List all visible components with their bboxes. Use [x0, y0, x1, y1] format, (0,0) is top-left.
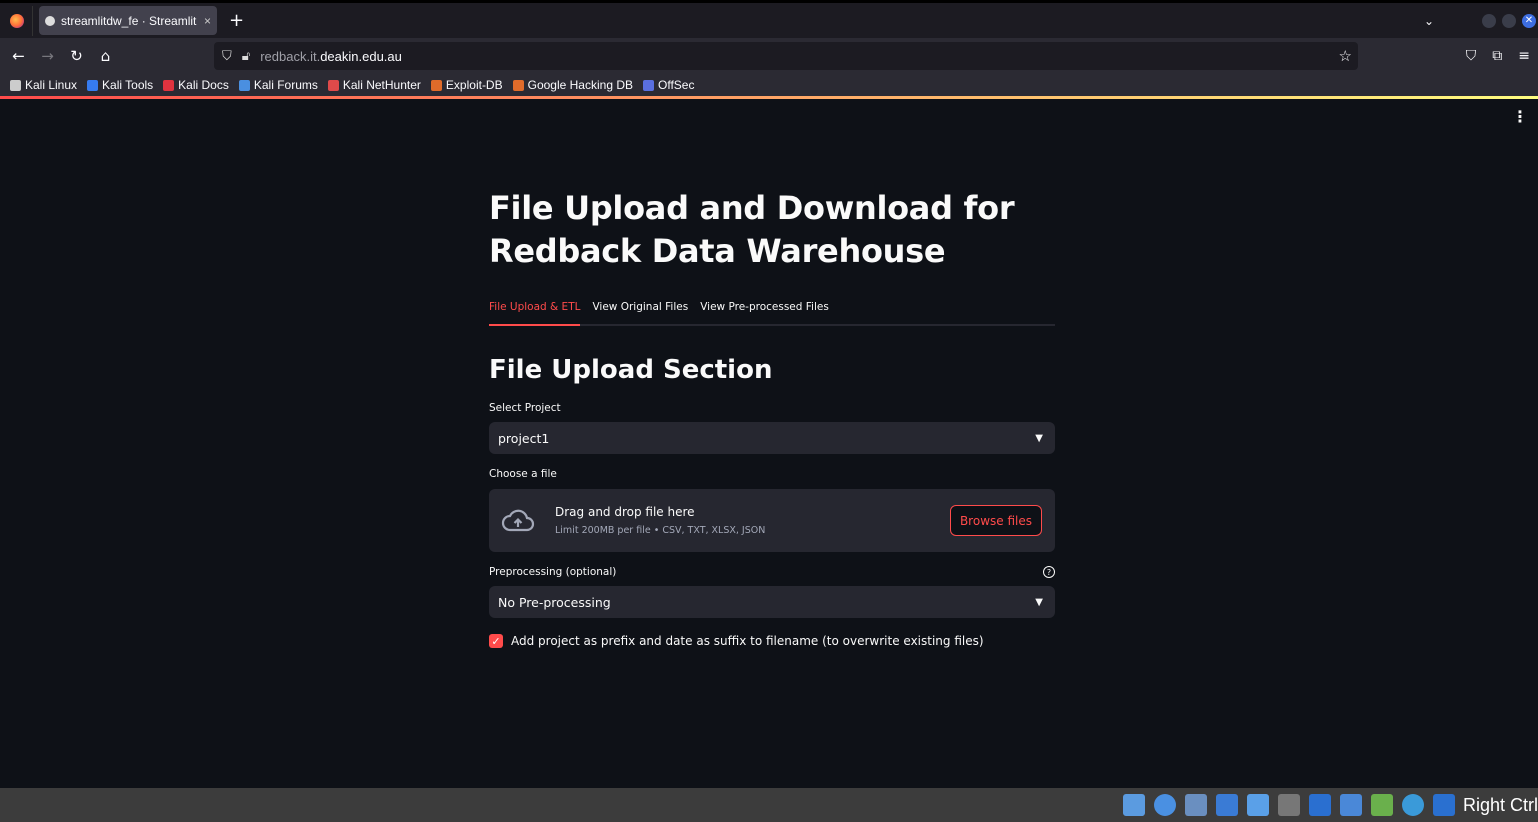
usb-icon[interactable]	[1246, 794, 1269, 816]
chevron-down-icon: ▼	[1035, 596, 1043, 608]
back-arrow-icon[interactable]: ←	[4, 47, 33, 65]
preprocessing-label: Preprocessing (optional) ?	[489, 566, 1055, 582]
bookmark-item[interactable]: Exploit-DB	[430, 78, 503, 92]
cloud-upload-icon	[501, 509, 535, 531]
bookmark-item[interactable]: Kali Linux	[10, 78, 77, 92]
bookmark-label: Kali Docs	[178, 78, 229, 92]
dropzone-instructions: Drag and drop file here	[555, 505, 695, 519]
rename-checkbox[interactable]: ✓	[489, 634, 503, 648]
rename-option[interactable]: ✓ Add project as prefix and date as suff…	[489, 634, 1055, 648]
firefox-logo-icon[interactable]	[10, 13, 24, 28]
shared-folder-icon[interactable]	[1277, 794, 1300, 816]
streamlit-favicon-icon	[45, 15, 55, 26]
mouse-integration-icon[interactable]	[1401, 794, 1424, 816]
tab-view-original-files[interactable]: View Original Files	[592, 297, 688, 326]
host-key-label: Right Ctrl	[1462, 794, 1538, 815]
browse-files-button[interactable]: Browse files	[949, 505, 1042, 536]
help-question-icon[interactable]: ?	[1043, 566, 1055, 578]
kebab-menu-icon[interactable]: ⋮	[1512, 107, 1528, 126]
network-icon[interactable]	[1215, 794, 1238, 816]
preprocessing-select[interactable]: No Pre-processing ▼	[489, 586, 1055, 618]
bookmark-item[interactable]: Kali Docs	[163, 78, 229, 92]
browser-nav-bar: ← → ↻ ⌂ ⛉ 🔓︎ redback.it. deakin.edu.au ☆ …	[0, 38, 1538, 74]
dropzone-limit-text: Limit 200MB per file • CSV, TXT, XLSX, J…	[555, 525, 766, 536]
tab-close-icon[interactable]: ×	[204, 14, 211, 28]
browser-tab-active[interactable]: streamlitdw_fe · Streamlit ×	[39, 6, 217, 35]
bookmark-favicon-icon	[238, 79, 250, 91]
section-title: File Upload Section	[489, 355, 773, 385]
bookmark-item[interactable]: Kali NetHunter	[327, 78, 421, 92]
forward-arrow-icon[interactable]: →	[33, 47, 62, 65]
bookmark-label: OffSec	[658, 78, 695, 92]
hard-disk-icon[interactable]	[1122, 794, 1145, 816]
bookmark-label: Kali Forums	[253, 78, 318, 92]
display-icon[interactable]	[1308, 794, 1331, 816]
bookmark-label: Kali Linux	[25, 78, 78, 92]
tab-title: streamlitdw_fe · Streamlit	[61, 13, 197, 28]
bookmark-item[interactable]: Kali Tools	[87, 78, 153, 92]
hamburger-menu-icon[interactable]: ≡	[1518, 48, 1530, 64]
project-select-value: project1	[498, 430, 550, 446]
streamlit-app: ⋮ File Upload and Download for Redback D…	[0, 99, 1538, 787]
tab-view-preprocessed-files[interactable]: View Pre-processed Files	[700, 297, 829, 326]
insecure-lock-icon[interactable]: 🔓︎	[242, 48, 250, 64]
url-bar[interactable]: ⛉ 🔓︎ redback.it. deakin.edu.au ☆	[214, 42, 1358, 70]
bookmark-favicon-icon	[163, 79, 175, 91]
list-all-tabs-icon[interactable]: ⌄	[1424, 14, 1434, 28]
chevron-down-icon: ▼	[1035, 432, 1043, 444]
keyboard-capture-icon[interactable]	[1432, 794, 1455, 816]
rename-checkbox-label: Add project as prefix and date as suffix…	[511, 634, 984, 648]
guest-additions-icon[interactable]	[1370, 794, 1393, 816]
bookmark-favicon-icon	[87, 79, 99, 91]
file-uploader-label-text: Choose a file	[489, 468, 557, 480]
bookmark-favicon-icon	[327, 79, 339, 91]
url-subdomain: redback.it.	[260, 48, 321, 64]
bookmark-item[interactable]: Google Hacking DB	[512, 78, 633, 92]
video-capture-icon[interactable]	[1339, 794, 1362, 816]
select-project-label: Select Project	[489, 402, 1055, 418]
bookmark-favicon-icon	[643, 79, 654, 91]
shield-icon[interactable]: ⛉	[222, 48, 232, 64]
project-select[interactable]: project1 ▼	[489, 422, 1055, 454]
window-minimize-button[interactable]	[1482, 13, 1496, 28]
bookmark-star-icon[interactable]: ☆	[1339, 47, 1352, 65]
main-content: File Upload and Download for Redback Dat…	[489, 187, 1055, 648]
bookmark-favicon-icon	[10, 79, 21, 91]
bookmark-label: Kali NetHunter	[342, 78, 421, 92]
pocket-icon[interactable]: ⛉	[1466, 48, 1477, 64]
page-title: File Upload and Download for Redback Dat…	[489, 189, 1015, 270]
reload-icon[interactable]: ↻	[62, 47, 91, 65]
new-tab-button[interactable]: +	[229, 10, 244, 31]
bookmark-label: Exploit-DB	[445, 78, 503, 92]
bookmark-label: Google Hacking DB	[527, 78, 633, 92]
file-uploader-label: Choose a file	[489, 468, 1055, 484]
extensions-puzzle-icon[interactable]: ⧉	[1492, 48, 1502, 64]
file-dropzone[interactable]: Drag and drop file here Limit 200MB per …	[489, 489, 1055, 552]
bookmarks-toolbar: Kali Linux Kali Tools Kali Docs Kali Forums…	[0, 74, 1538, 96]
bookmark-favicon-icon	[430, 79, 442, 91]
tab-list: File Upload & ETL View Original Files Vi…	[489, 297, 1055, 326]
bookmark-item[interactable]: OffSec	[643, 78, 694, 92]
tab-separator	[32, 5, 33, 36]
bookmark-label: Kali Tools	[102, 78, 154, 92]
select-project-label-text: Select Project	[489, 402, 561, 414]
tab-file-upload-etl[interactable]: File Upload & ETL	[489, 297, 581, 326]
url-domain: deakin.edu.au	[320, 48, 402, 64]
optical-disk-icon[interactable]	[1153, 794, 1176, 816]
bookmark-favicon-icon	[512, 79, 524, 91]
window-close-button[interactable]: ✕	[1522, 13, 1536, 28]
audio-icon[interactable]	[1184, 794, 1207, 816]
browser-tab-bar: streamlitdw_fe · Streamlit × + ⌄ ✕	[0, 3, 1538, 38]
vm-status-bar: Right Ctrl	[0, 788, 1538, 822]
home-icon[interactable]: ⌂	[91, 47, 120, 65]
bookmark-item[interactable]: Kali Forums	[238, 78, 318, 92]
window-maximize-button[interactable]	[1502, 13, 1516, 28]
preprocessing-select-value: No Pre-processing	[498, 594, 611, 610]
preprocessing-label-text: Preprocessing (optional)	[489, 566, 617, 578]
